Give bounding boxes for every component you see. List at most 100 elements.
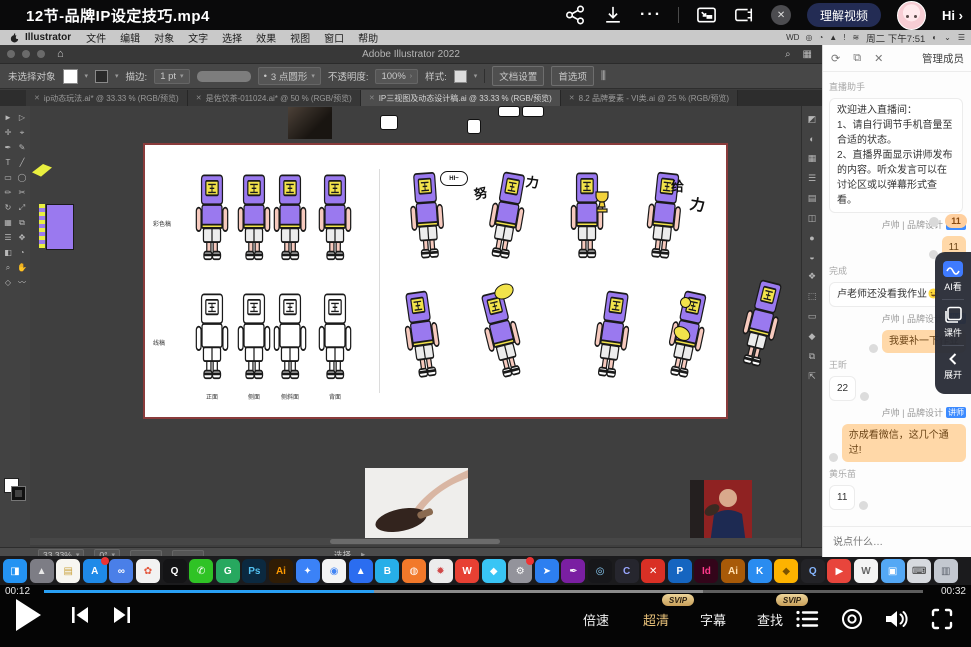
reference-photo-player[interactable]: [690, 480, 752, 544]
menu-edit[interactable]: 编辑: [113, 30, 147, 45]
tool-icon[interactable]: ✒: [1, 140, 15, 155]
dock-icon-illustrator-alt[interactable]: Ai: [721, 559, 745, 583]
dock-icon-qq[interactable]: Q: [163, 559, 187, 583]
tool-icon[interactable]: ✛: [1, 125, 15, 140]
menu-window[interactable]: 窗口: [317, 30, 351, 45]
playlist-icon[interactable]: [795, 609, 819, 629]
tool-icon[interactable]: ◔: [15, 245, 29, 260]
tool-icon[interactable]: ⤢: [15, 200, 29, 215]
character-side-line[interactable]: [235, 293, 273, 381]
cast-icon[interactable]: [733, 4, 755, 26]
panel-icon[interactable]: ⧉: [809, 351, 815, 362]
emoji-dot[interactable]: [860, 392, 869, 401]
dock-icon-wps[interactable]: W: [455, 559, 479, 583]
workspace-icon[interactable]: ▦: [803, 49, 812, 60]
tool-icon[interactable]: ▭: [1, 170, 15, 185]
tool-icon[interactable]: ◧: [1, 245, 15, 260]
dock-icon-photos[interactable]: ✿: [136, 559, 160, 583]
courseware-icon[interactable]: [943, 306, 963, 324]
dock-icon-color-wheel[interactable]: ✹: [429, 559, 453, 583]
tool-icon[interactable]: ◇: [1, 275, 15, 290]
tool-icon[interactable]: ↻: [1, 200, 15, 215]
tool-icon[interactable]: ⧉: [15, 215, 29, 230]
dock-icon-net-player[interactable]: ▶: [827, 559, 851, 583]
control-center-icon[interactable]: ◐: [932, 33, 937, 42]
tab-close-icon[interactable]: ✕: [369, 94, 375, 102]
pattern-swatch[interactable]: [39, 204, 45, 248]
dock-icon-blender[interactable]: ◍: [402, 559, 426, 583]
manage-members-button[interactable]: 管理成员: [922, 51, 964, 66]
dock-icon-designer[interactable]: ✒: [561, 559, 585, 583]
character-front-line[interactable]: [193, 293, 231, 381]
close-icon[interactable]: ✕: [771, 5, 791, 25]
canvas[interactable]: 彩色稿 线稿 正面 侧面: [30, 106, 802, 547]
next-button[interactable]: [112, 606, 132, 624]
dock-icon-settings[interactable]: ⚙: [508, 559, 532, 583]
panel-icon[interactable]: ●: [809, 233, 814, 243]
dock-icon-cursor-tool[interactable]: ➤: [535, 559, 559, 583]
dock-icon-finder[interactable]: ◨: [3, 559, 27, 583]
panel-icon[interactable]: ⬚: [808, 291, 817, 302]
fill-swatch[interactable]: [63, 69, 78, 84]
dock-icon-trash[interactable]: ▥: [934, 559, 958, 583]
sneaker-sketch[interactable]: [498, 106, 520, 117]
dock-icon-keyboard-switch[interactable]: ⌨: [907, 559, 931, 583]
quality-button[interactable]: 超清: [643, 610, 669, 629]
dock-icon-shared-folder[interactable]: ▣: [881, 559, 905, 583]
tool-icon[interactable]: ✂: [15, 185, 29, 200]
dock-icon-photoshop[interactable]: Ps: [242, 559, 266, 583]
reference-photo-shoes[interactable]: [288, 107, 332, 139]
panel-icon[interactable]: ◐: [809, 134, 814, 144]
document-setup-button[interactable]: 文档设置: [492, 66, 544, 86]
tool-icon[interactable]: T: [1, 155, 15, 170]
tab-close-icon[interactable]: ✕: [34, 94, 40, 102]
dock-icon-illustrator[interactable]: Ai: [269, 559, 293, 583]
fill-stroke-indicator[interactable]: [4, 478, 26, 502]
tool-icon[interactable]: ✎: [15, 140, 29, 155]
dock-icon-keynote[interactable]: K: [748, 559, 772, 583]
menu-file[interactable]: 文件: [79, 30, 113, 45]
popout-icon[interactable]: ⧉: [853, 52, 861, 65]
emoji-dot[interactable]: [859, 501, 868, 510]
tool-icon[interactable]: ⌕: [1, 260, 15, 275]
menu-effect[interactable]: 效果: [249, 30, 283, 45]
expand-chevron-icon[interactable]: [946, 352, 960, 366]
greeting-label[interactable]: Hi ›: [942, 8, 963, 23]
tool-icon[interactable]: ✏: [1, 185, 15, 200]
expand-label[interactable]: 展开: [944, 368, 962, 381]
panel-icon[interactable]: ☰: [808, 173, 816, 184]
character-front-color[interactable]: [193, 174, 231, 262]
wifi-icon[interactable]: ≋: [852, 33, 859, 42]
tool-icon[interactable]: ▦: [1, 215, 15, 230]
tool-icon[interactable]: ✥: [15, 230, 29, 245]
stroke-width-field[interactable]: 1 pt▾: [154, 69, 189, 84]
volume-icon[interactable]: [884, 609, 910, 629]
panel-icon[interactable]: ▭: [808, 311, 817, 322]
document-tab[interactable]: ✕8.2 品牌要素 - VI类.ai @ 25 % (RGB/预览): [561, 90, 738, 106]
close-chat-icon[interactable]: ✕: [874, 52, 883, 65]
character-side-color[interactable]: [235, 174, 273, 262]
tool-icon[interactable]: ╱: [15, 155, 29, 170]
reference-photo-paddle[interactable]: [365, 468, 468, 545]
previous-button[interactable]: [70, 606, 90, 624]
panel-icon[interactable]: ◫: [808, 213, 817, 224]
character-back-line[interactable]: [316, 293, 354, 381]
align-icon[interactable]: ⫼: [601, 70, 606, 83]
panel-icon[interactable]: ◩: [808, 114, 817, 125]
menu-object[interactable]: 对象: [147, 30, 181, 45]
tool-icon[interactable]: ⌖: [15, 125, 29, 140]
tool-icon[interactable]: ☰: [1, 230, 15, 245]
unread-count-badge[interactable]: 11: [945, 214, 967, 228]
emoji-dot[interactable]: [829, 453, 838, 462]
understand-video-button[interactable]: 理解视频: [807, 3, 881, 27]
dock-icon-aperture[interactable]: ◎: [588, 559, 612, 583]
dock-icon-sketch[interactable]: ◆: [774, 559, 798, 583]
panel-icon[interactable]: ▤: [808, 193, 817, 204]
dock-icon-app-store[interactable]: A: [83, 559, 107, 583]
brush-preview[interactable]: [197, 71, 251, 82]
document-tab[interactable]: ✕IP三视图及动态设计稿.ai @ 33.33 % (RGB/预览): [361, 90, 561, 106]
refresh-icon[interactable]: ⟳: [831, 52, 840, 65]
panel-icon[interactable]: ❖: [808, 271, 816, 282]
sneaker-sketch[interactable]: [380, 115, 398, 130]
search-icon[interactable]: ⌕: [785, 49, 791, 60]
